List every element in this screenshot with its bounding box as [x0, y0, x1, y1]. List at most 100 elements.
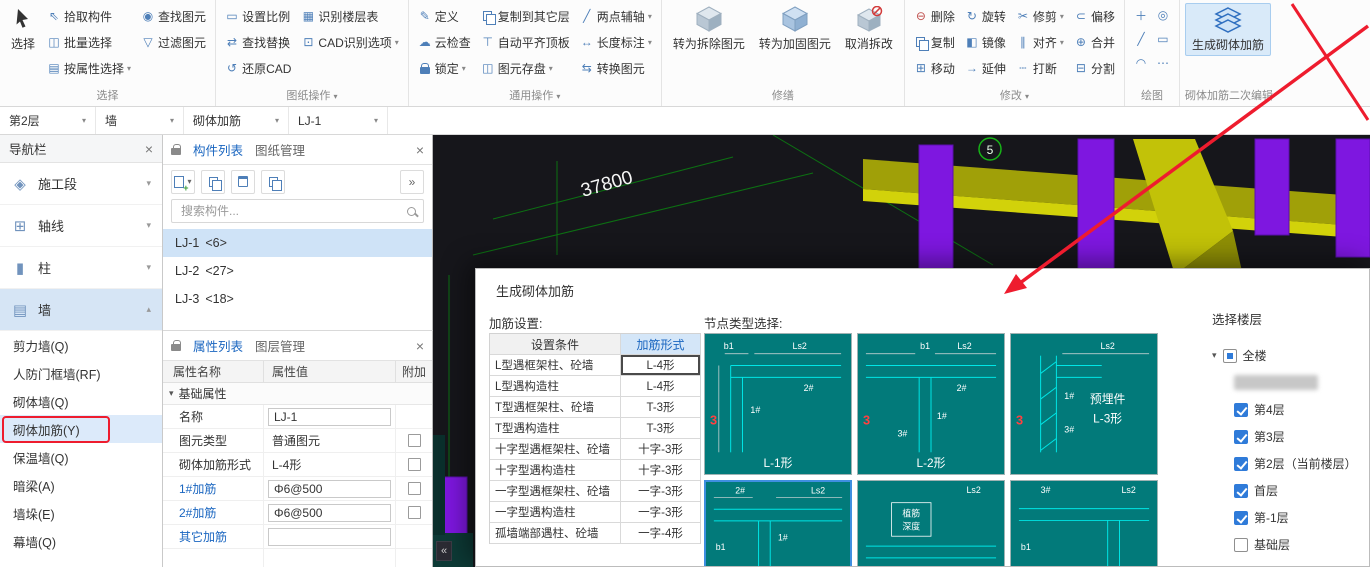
mirror-button[interactable]: ◧ 镜像: [961, 29, 1010, 55]
component-list-item[interactable]: LJ-2 <27>: [163, 257, 432, 285]
more-actions-button[interactable]: »: [400, 169, 424, 194]
nav-subitem-masonry-reinforcement[interactable]: 砌体加筋(Y): [0, 415, 162, 443]
nav-item-wall[interactable]: ▤ 墙 ▴: [0, 289, 162, 331]
floor-item[interactable]: 第4层: [1206, 396, 1369, 423]
new-component-button[interactable]: ▾: [171, 169, 195, 194]
cloud-check-button[interactable]: ☁ 云检查: [414, 29, 475, 55]
floor-checkbox[interactable]: [1234, 537, 1248, 552]
attach-checkbox[interactable]: [407, 458, 421, 471]
convert-element-button[interactable]: ⇆ 转换图元: [576, 55, 656, 81]
form-cell[interactable]: T-3形: [621, 418, 700, 438]
property-section-basic[interactable]: ▾ 基础属性: [163, 383, 432, 405]
find-replace-button[interactable]: ⇄ 查找替换: [221, 29, 295, 55]
floor-item[interactable]: 基础层: [1206, 531, 1369, 558]
nav-item-column[interactable]: ▮ 柱 ▾: [0, 247, 162, 289]
extend-button[interactable]: → 延伸: [961, 55, 1010, 81]
copy-button[interactable]: 复制: [910, 29, 959, 55]
form-cell[interactable]: 十字-3形: [621, 460, 700, 480]
merge-button[interactable]: ⊕ 合并: [1070, 29, 1119, 55]
floor-checkbox[interactable]: [1234, 483, 1248, 498]
rebar2-value-field[interactable]: Φ6@500: [268, 503, 391, 522]
nav-subitem-curtain-wall[interactable]: 幕墙(Q): [0, 527, 162, 555]
element-dropdown[interactable]: LJ-1 ▾: [289, 107, 388, 134]
find-element-button[interactable]: ◉ 查找图元: [137, 3, 210, 29]
cancel-demolition-button[interactable]: 取消拆改: [839, 3, 899, 54]
move-button[interactable]: ⊞ 移动: [910, 55, 959, 81]
circle-tool-icon[interactable]: ◎: [1152, 3, 1174, 27]
all-floors-checkbox[interactable]: [1222, 348, 1237, 363]
rect-tool-icon[interactable]: ▭: [1152, 27, 1174, 51]
layers-button[interactable]: [261, 169, 285, 194]
node-type-cell-row2-2[interactable]: 植筋 深度 Ls2: [857, 480, 1005, 566]
offset-button[interactable]: ⊂ 偏移: [1070, 3, 1119, 29]
nav-subitem-shear-wall[interactable]: 剪力墙(Q): [0, 331, 162, 359]
close-icon[interactable]: ×: [145, 142, 153, 156]
subcategory-dropdown[interactable]: 砌体加筋 ▾: [184, 107, 289, 134]
form-cell[interactable]: 十字-3形: [621, 439, 700, 459]
line-tool-icon[interactable]: ╱: [1130, 27, 1152, 51]
search-input[interactable]: [179, 203, 401, 219]
floor-dropdown[interactable]: 第2层 ▾: [0, 107, 96, 134]
category-dropdown[interactable]: 墙 ▾: [96, 107, 184, 134]
rebar1-value-field[interactable]: Φ6@500: [268, 479, 391, 498]
select-by-property-button[interactable]: ▤ 按属性选择 ▾: [43, 55, 135, 81]
tab-drawing-management[interactable]: 图纸管理: [255, 140, 305, 159]
nav-item-construction-segment[interactable]: ◈ 施工段 ▾: [0, 163, 162, 205]
cad-identify-options-button[interactable]: ⊡ CAD识别选项 ▾: [297, 29, 402, 55]
convert-to-demolition-button[interactable]: 转为拆除图元: [667, 3, 751, 54]
delete-button[interactable]: ⊖ 删除: [910, 3, 959, 29]
auto-align-top-slab-button[interactable]: ⊤ 自动平齐顶板: [477, 29, 574, 55]
component-list-item[interactable]: LJ-1 <6>: [163, 229, 432, 257]
other-rebar-value-field[interactable]: [268, 527, 391, 546]
collapse-panel-button[interactable]: «: [436, 541, 452, 561]
component-list-item[interactable]: LJ-3 <18>: [163, 285, 432, 313]
form-cell[interactable]: 一字-3形: [621, 502, 700, 522]
floor-item[interactable]: 第3层: [1206, 423, 1369, 450]
copy-to-other-layers-button[interactable]: 复制到其它层: [477, 3, 574, 29]
rotate-button[interactable]: ↻ 旋转: [961, 3, 1010, 29]
node-type-cell-l1[interactable]: b1 Ls2 2# 1# 3 L-1形: [704, 333, 852, 475]
set-scale-button[interactable]: ▭ 设置比例: [221, 3, 295, 29]
pick-component-button[interactable]: ⇖ 拾取构件: [43, 3, 135, 29]
name-value-field[interactable]: LJ-1: [268, 407, 391, 426]
floor-checkbox[interactable]: [1234, 456, 1248, 471]
floor-checkbox[interactable]: [1234, 429, 1248, 444]
form-cell[interactable]: T-3形: [621, 397, 700, 417]
identify-floor-table-button[interactable]: ▦ 识别楼层表: [297, 3, 402, 29]
form-cell[interactable]: 一字-4形: [621, 523, 700, 543]
floor-item[interactable]: 第2层（当前楼层）: [1206, 450, 1369, 477]
nav-subitem-masonry-wall[interactable]: 砌体墙(Q): [0, 387, 162, 415]
arc-tool-icon[interactable]: ◠: [1130, 51, 1152, 75]
form-cell[interactable]: L-4形: [621, 355, 700, 375]
node-type-cell-row2-3[interactable]: 3# Ls2 b1: [1010, 480, 1158, 566]
tab-layer-management[interactable]: 图层管理: [255, 336, 305, 355]
floor-item[interactable]: 首层: [1206, 477, 1369, 504]
convert-to-reinforcement-button[interactable]: 转为加固图元: [753, 3, 837, 54]
floor-checkbox[interactable]: [1234, 510, 1248, 525]
floor-tree-root[interactable]: ▾ 全楼: [1206, 342, 1369, 369]
nav-subitem-civil-defense-door-wall[interactable]: 人防门框墙(RF): [0, 359, 162, 387]
floor-item[interactable]: 第-1层: [1206, 504, 1369, 531]
floor-checkbox[interactable]: [1234, 402, 1248, 417]
length-annotation-button[interactable]: ↔ 长度标注 ▾: [576, 29, 656, 55]
lock-button[interactable]: 锁定 ▾: [414, 55, 475, 81]
break-button[interactable]: ┄ 打断: [1012, 55, 1068, 81]
form-cell[interactable]: 一字-3形: [621, 481, 700, 501]
two-point-aux-axis-button[interactable]: ╱ 两点辅轴 ▾: [576, 3, 656, 29]
crosshair-icon[interactable]: ＋: [1130, 3, 1152, 27]
element-save-button[interactable]: ◫ 图元存盘 ▾: [477, 55, 574, 81]
align-button[interactable]: ∥ 对齐 ▾: [1012, 29, 1068, 55]
batch-select-button[interactable]: ◫ 批量选择: [43, 29, 135, 55]
close-icon[interactable]: ×: [416, 339, 424, 353]
nav-item-axis[interactable]: ⊞ 轴线 ▾: [0, 205, 162, 247]
form-cell[interactable]: L-4形: [621, 376, 700, 396]
select-button[interactable]: 选择: [5, 3, 41, 54]
node-type-cell-l2[interactable]: b1 Ls2 2# 1# 3# 3 L-2形: [857, 333, 1005, 475]
tab-property-list[interactable]: 属性列表: [193, 336, 243, 355]
node-type-cell-l3[interactable]: Ls2 1# 3# 3 预埋件 L-3形: [1010, 333, 1158, 475]
restore-cad-button[interactable]: ↺ 还原CAD: [221, 55, 295, 81]
more-tools-icon[interactable]: ⋯: [1152, 51, 1174, 75]
attach-checkbox[interactable]: [407, 434, 421, 447]
trim-button[interactable]: ✂ 修剪 ▾: [1012, 3, 1068, 29]
attach-checkbox[interactable]: [407, 482, 421, 495]
